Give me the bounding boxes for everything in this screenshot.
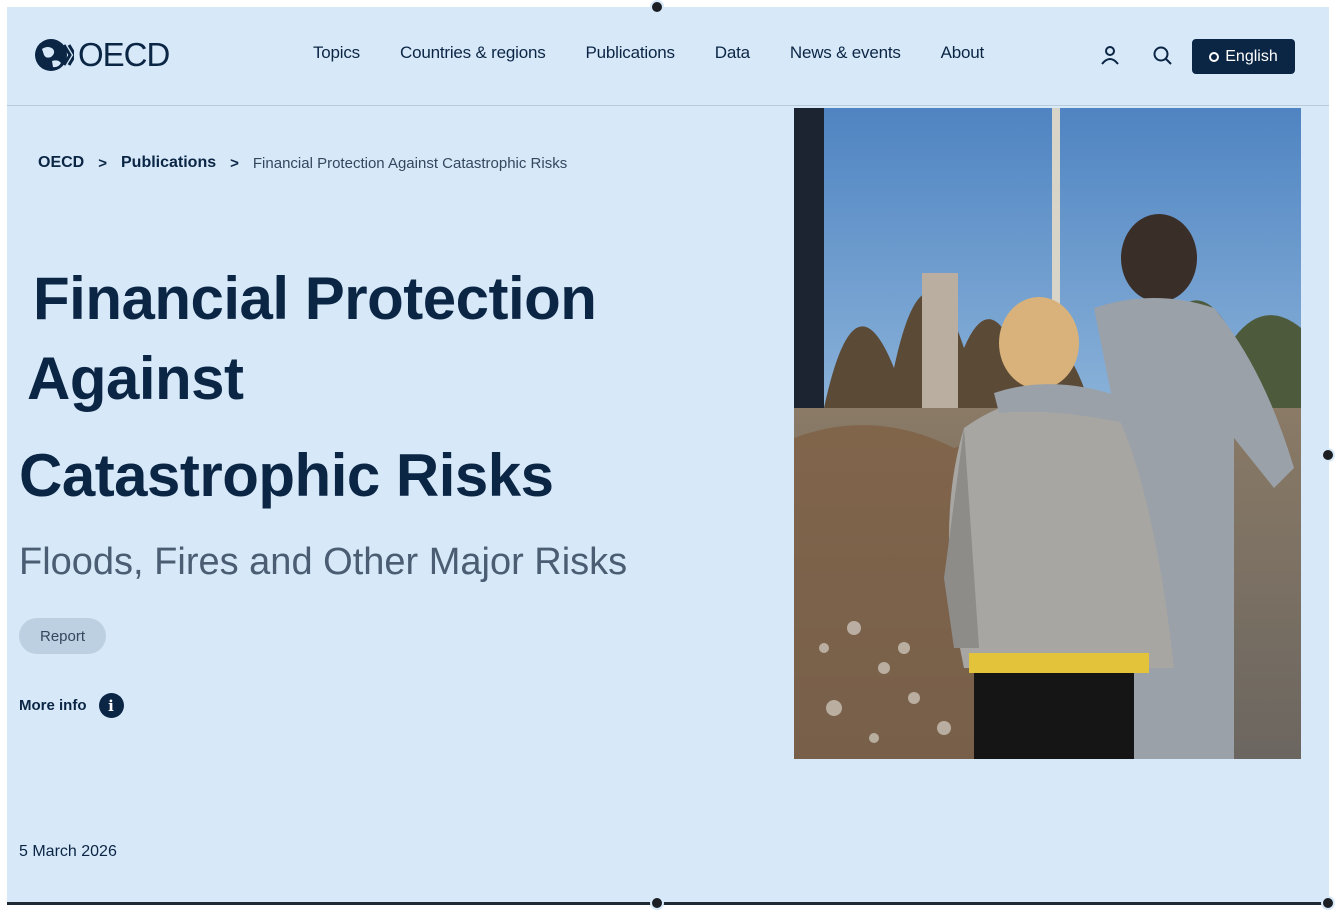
language-label: English (1225, 47, 1278, 65)
globe-logo-icon (35, 39, 74, 71)
resize-handle-top[interactable] (650, 0, 664, 14)
nav-item-data[interactable]: Data (715, 43, 750, 63)
search-icon[interactable] (1151, 44, 1173, 66)
language-button[interactable]: English (1192, 39, 1295, 74)
more-info-button[interactable]: More info i (19, 693, 124, 718)
report-type-badge: Report (19, 618, 106, 654)
breadcrumb-oecd[interactable]: OECD (38, 154, 84, 172)
nav-item-topics[interactable]: Topics (313, 43, 360, 63)
page-title-line-1: Financial Protection (33, 265, 597, 332)
page-title-line-2: Against (27, 345, 244, 412)
breadcrumb: OECD > Publications > Financial Protecti… (38, 154, 567, 172)
resize-handle-bottom[interactable] (650, 896, 664, 910)
page-subtitle: Floods, Fires and Other Major Risks (19, 541, 628, 583)
oecd-logo[interactable]: OECD (34, 33, 170, 77)
resize-handle-right[interactable] (1321, 448, 1335, 462)
globe-icon (1209, 51, 1220, 62)
site-header: OECD Topics Countries & regions Publicat… (7, 7, 1329, 106)
nav-item-publications[interactable]: Publications (586, 43, 675, 63)
breadcrumb-separator: > (230, 154, 239, 172)
logo-text: OECD (78, 36, 170, 73)
nav-item-countries-regions[interactable]: Countries & regions (400, 43, 546, 63)
nav-item-about[interactable]: About (941, 43, 985, 63)
page-frame: OECD Topics Countries & regions Publicat… (7, 7, 1329, 905)
more-info-label: More info (19, 697, 87, 714)
breadcrumb-current: Financial Protection Against Catastrophi… (252, 154, 568, 172)
resize-handle-corner[interactable] (1321, 896, 1335, 910)
info-icon: i (98, 693, 124, 718)
user-icon[interactable] (1099, 44, 1121, 66)
main-nav: Topics Countries & regions Publications … (313, 43, 984, 63)
page-title-line-3: Catastrophic Risks (19, 442, 554, 509)
publication-date: 5 March 2026 (19, 843, 117, 860)
hero-image (794, 108, 1301, 759)
breadcrumb-separator: > (98, 154, 107, 172)
breadcrumb-publications[interactable]: Publications (121, 154, 216, 172)
nav-item-news-events[interactable]: News & events (790, 43, 901, 63)
